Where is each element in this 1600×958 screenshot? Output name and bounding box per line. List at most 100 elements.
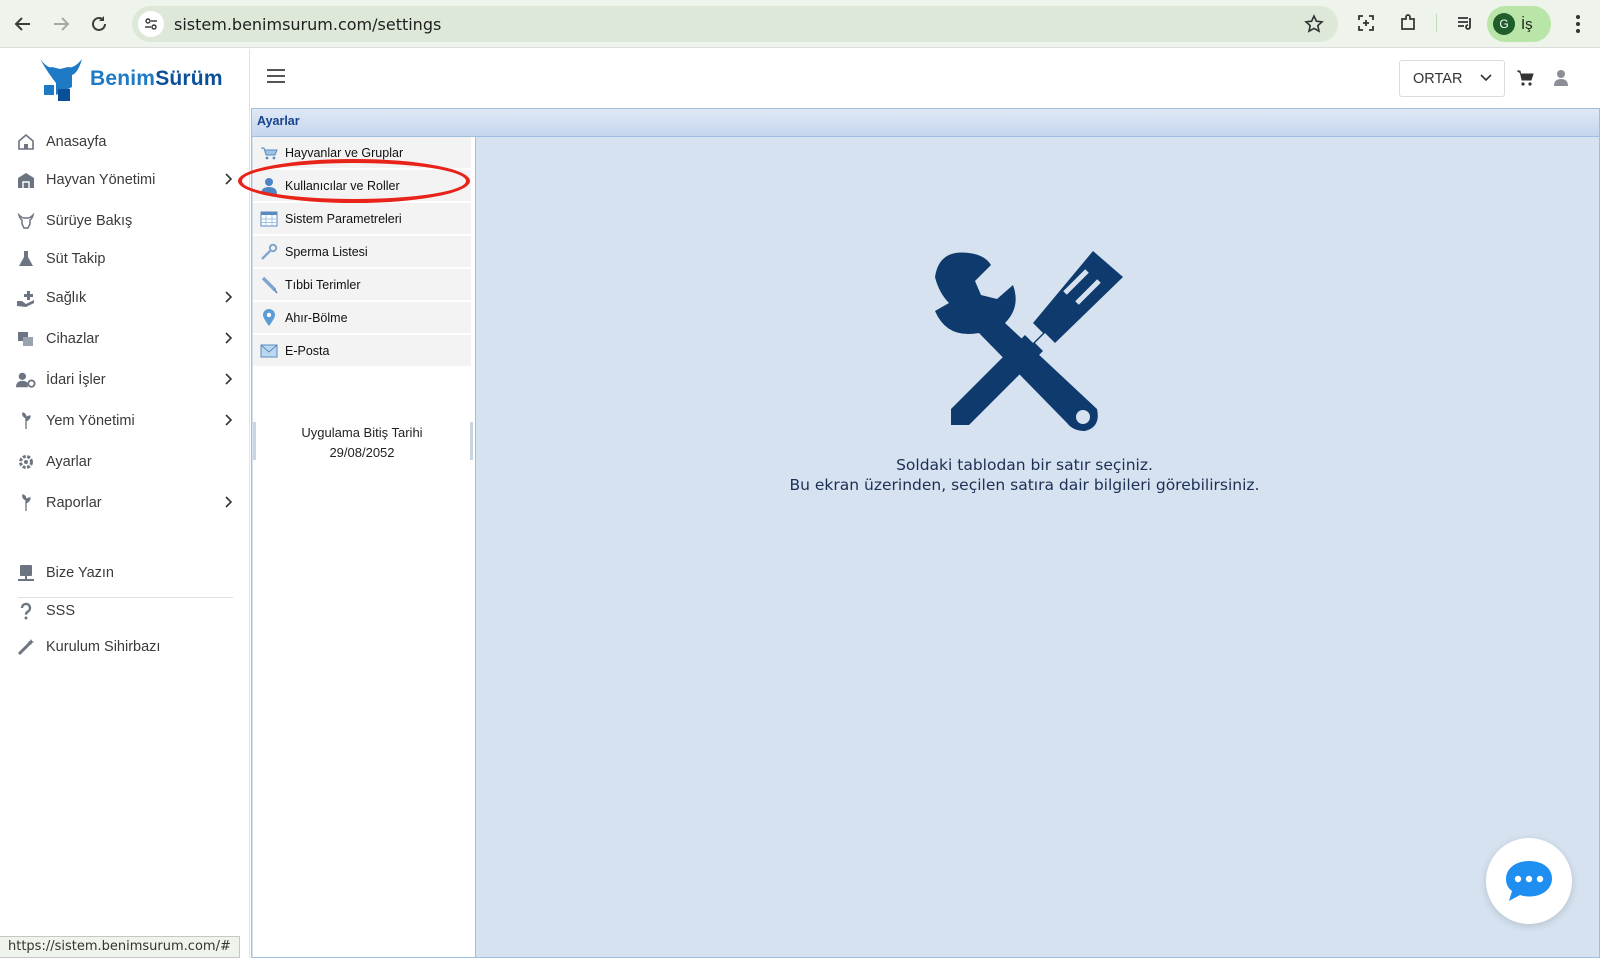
chevron-right-icon xyxy=(225,373,232,385)
contact-icon xyxy=(16,563,36,583)
app-expiry: Uygulama Bitiş Tarihi 29/08/2052 xyxy=(253,423,471,463)
sidebar-item-label: Kurulum Sihirbazı xyxy=(46,639,161,655)
sidebar-item-label: Yem Yönetimi xyxy=(46,413,135,429)
sidebar-item-raporlar[interactable]: Raporlar xyxy=(16,488,236,518)
wand-icon xyxy=(16,637,36,657)
profile-label: İş xyxy=(1521,15,1533,33)
sidebar-item-yem-yonetimi[interactable]: Yem Yönetimi xyxy=(16,406,236,436)
settings-item-tibbi-terimler[interactable]: Tıbbi Terimler xyxy=(253,269,471,301)
sidebar-item-cihazlar[interactable]: Cihazlar xyxy=(16,324,236,354)
chevron-right-icon xyxy=(225,332,232,344)
cart-icon[interactable] xyxy=(1516,69,1534,92)
settings-item-ahir-bolme[interactable]: Ahır-Bölme xyxy=(253,302,471,334)
logo-text: BenimSürüm xyxy=(90,67,223,91)
app-header: ORTAR xyxy=(251,49,1600,108)
settings-item-sistem-parametreleri[interactable]: Sistem Parametreleri xyxy=(253,203,471,235)
arrow-right-icon xyxy=(54,16,70,31)
media-control-icon[interactable] xyxy=(1451,9,1479,37)
settings-item-e-posta[interactable]: E-Posta xyxy=(253,335,471,367)
sidebar-item-saglik[interactable]: Sağlık xyxy=(16,283,236,313)
chat-bubble-icon xyxy=(1506,861,1552,901)
extensions-icon[interactable] xyxy=(1394,9,1422,37)
settings-item-sperma-listesi[interactable]: Sperma Listesi xyxy=(253,236,471,268)
chevron-right-icon xyxy=(225,173,232,185)
sidebar-item-label: Cihazlar xyxy=(46,331,100,347)
chevron-right-icon xyxy=(225,496,232,508)
settings-item-label: Hayvanlar ve Gruplar xyxy=(285,145,404,160)
chevron-right-icon xyxy=(225,291,232,303)
sidebar-item-kurulum-sihirbazi[interactable]: Kurulum Sihirbazı xyxy=(16,632,236,662)
chevron-down-icon xyxy=(1480,74,1492,82)
arrow-left-icon xyxy=(14,16,30,31)
sidebar-item-ayarlar[interactable]: Ayarlar xyxy=(16,447,236,477)
logo-part-2: Sürüm xyxy=(155,67,223,90)
cart-animal-icon xyxy=(259,143,279,163)
url-text[interactable]: sistem.benimsurum.com/settings xyxy=(174,15,441,34)
sidebar-item-bize-yazin[interactable]: Bize Yazın xyxy=(16,558,236,588)
health-icon xyxy=(16,288,36,308)
message-line-2: Bu ekran üzerinden, seçilen satıra dair … xyxy=(789,476,1260,494)
report-icon xyxy=(16,493,36,513)
settings-item-label: Sperma Listesi xyxy=(285,244,368,259)
farm-select[interactable]: ORTAR xyxy=(1399,60,1505,97)
back-button[interactable] xyxy=(8,9,38,39)
tools-icon xyxy=(935,251,1123,431)
barn-icon xyxy=(16,170,36,190)
feed-icon xyxy=(16,411,36,431)
users-gear-icon xyxy=(16,370,36,390)
gear-icon xyxy=(16,452,36,472)
highlight-annotation xyxy=(238,159,470,203)
bookmark-star-icon[interactable] xyxy=(1304,14,1324,39)
sidebar-item-anasayfa[interactable]: Anasayfa xyxy=(16,127,236,157)
logo-mark-icon xyxy=(40,59,82,101)
sidebar-item-hayvan-yonetimi[interactable]: Hayvan Yönetimi xyxy=(16,165,236,195)
settings-item-label: Sistem Parametreleri xyxy=(285,211,402,226)
forward-button[interactable] xyxy=(46,9,76,39)
empty-state-message: Soldaki tablodan bir satır seçiniz. Bu e… xyxy=(477,455,1572,495)
sidebar-item-label: Ayarlar xyxy=(46,454,92,470)
location-pin-icon xyxy=(259,308,279,328)
toolbar-separator xyxy=(1436,14,1437,32)
chat-button[interactable] xyxy=(1486,838,1572,924)
question-icon xyxy=(16,601,36,621)
settings-panel: Ayarlar Hayvanlar ve Gruplar Kullanıcıla… xyxy=(251,108,1600,958)
sidebar-item-label: Hayvan Yönetimi xyxy=(46,172,156,188)
home-icon xyxy=(16,132,36,152)
sidebar-item-sut-takip[interactable]: Süt Takip xyxy=(16,244,236,274)
sidebar-item-suruye-bakis[interactable]: Sürüye Bakış xyxy=(16,206,236,236)
detail-area: Soldaki tablodan bir satır seçiniz. Bu e… xyxy=(477,137,1599,957)
sidebar-item-label: Sağlık xyxy=(46,290,87,306)
user-account-icon[interactable] xyxy=(1553,69,1569,92)
avatar: G xyxy=(1493,13,1515,35)
hamburger-menu-icon[interactable] xyxy=(265,67,289,87)
reload-button[interactable] xyxy=(84,9,114,39)
site-info-icon[interactable] xyxy=(138,11,164,37)
expiry-label: Uygulama Bitiş Tarihi xyxy=(301,425,423,440)
farm-select-value: ORTAR xyxy=(1413,70,1463,87)
status-bar-url: https://sistem.benimsurum.com/# xyxy=(0,936,240,958)
pipette-icon xyxy=(259,242,279,262)
settings-item-label: Tıbbi Terimler xyxy=(285,277,361,292)
sidebar-item-label: Raporlar xyxy=(46,495,102,511)
profile-button[interactable]: G İş xyxy=(1487,6,1551,42)
settings-list: Hayvanlar ve Gruplar Kullanıcılar ve Rol… xyxy=(253,137,476,957)
logo[interactable]: BenimSürüm xyxy=(38,55,228,103)
envelope-icon xyxy=(259,341,279,361)
settings-item-label: Ahır-Bölme xyxy=(285,310,348,325)
sidebar-item-idari-isler[interactable]: İdari İşler xyxy=(16,365,236,395)
screenshot-icon[interactable] xyxy=(1352,9,1380,37)
devices-icon xyxy=(16,329,36,349)
settings-item-label: E-Posta xyxy=(285,343,330,358)
syringe-icon xyxy=(259,275,279,295)
browser-toolbar: sistem.benimsurum.com/settings G İş xyxy=(0,0,1600,48)
address-bar[interactable]: sistem.benimsurum.com/settings xyxy=(132,6,1338,42)
browser-menu-icon[interactable] xyxy=(1564,10,1592,38)
chevron-right-icon xyxy=(225,414,232,426)
reload-icon xyxy=(92,15,106,31)
logo-part-1: Benim xyxy=(90,67,156,90)
sidebar-item-sss[interactable]: SSS xyxy=(16,596,236,626)
flask-icon xyxy=(16,249,36,269)
sidebar-item-label: SSS xyxy=(46,603,76,619)
sidebar-item-label: Sürüye Bakış xyxy=(46,213,133,229)
sidebar-item-label: Süt Takip xyxy=(46,251,106,267)
